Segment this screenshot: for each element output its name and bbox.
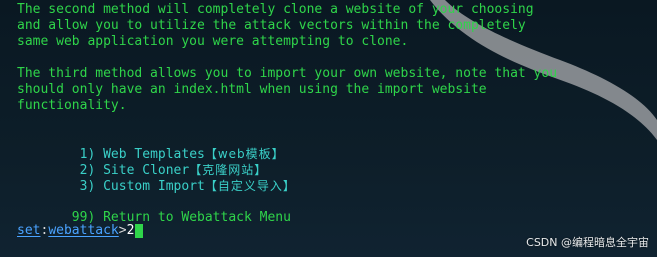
menu-item-number: 2): [63, 163, 96, 178]
menu-item-number: 3): [63, 179, 96, 194]
third-method-line-3: functionality.: [17, 98, 127, 113]
third-method-line-1: The third method allows you to import yo…: [17, 66, 558, 81]
menu-item-web-templates: 1) Web Templates【web模板】: [17, 130, 657, 162]
block-cursor-icon: [135, 224, 144, 238]
second-method-line-2: and allow you to utilize the attack vect…: [17, 18, 526, 33]
terminal-output: The second method will completely clone …: [17, 2, 657, 240]
menu-item-label: Web Templates: [103, 147, 205, 162]
menu-item-annotation: 【自定义导入】: [204, 179, 296, 193]
prompt-gt: >: [118, 223, 127, 238]
second-method-line-3: same web application you were attempting…: [17, 34, 409, 49]
prompt-colon: :: [40, 223, 49, 238]
csdn-watermark: CSDN @编程暗息全宇宙: [526, 236, 649, 249]
menu-item-number: 1): [63, 147, 96, 162]
prompt-input-text[interactable]: 2: [127, 223, 135, 239]
menu-item-label: Site Cloner: [103, 163, 190, 178]
menu-item-label: Custom Import: [103, 179, 205, 194]
menu-item-annotation: 【克隆网站】: [189, 163, 268, 177]
terminal-window[interactable]: The second method will completely clone …: [0, 0, 657, 257]
prompt-set-label: set: [17, 223, 41, 238]
second-method-line-1: The second method will completely clone …: [17, 2, 534, 17]
menu-item-return: 99) Return to Webattack Menu: [17, 194, 657, 225]
third-method-line-2: should only have an index.html when usin…: [17, 82, 487, 97]
menu-item-annotation: 【web模板】: [204, 147, 285, 161]
prompt-module-label: webattack: [48, 223, 119, 238]
